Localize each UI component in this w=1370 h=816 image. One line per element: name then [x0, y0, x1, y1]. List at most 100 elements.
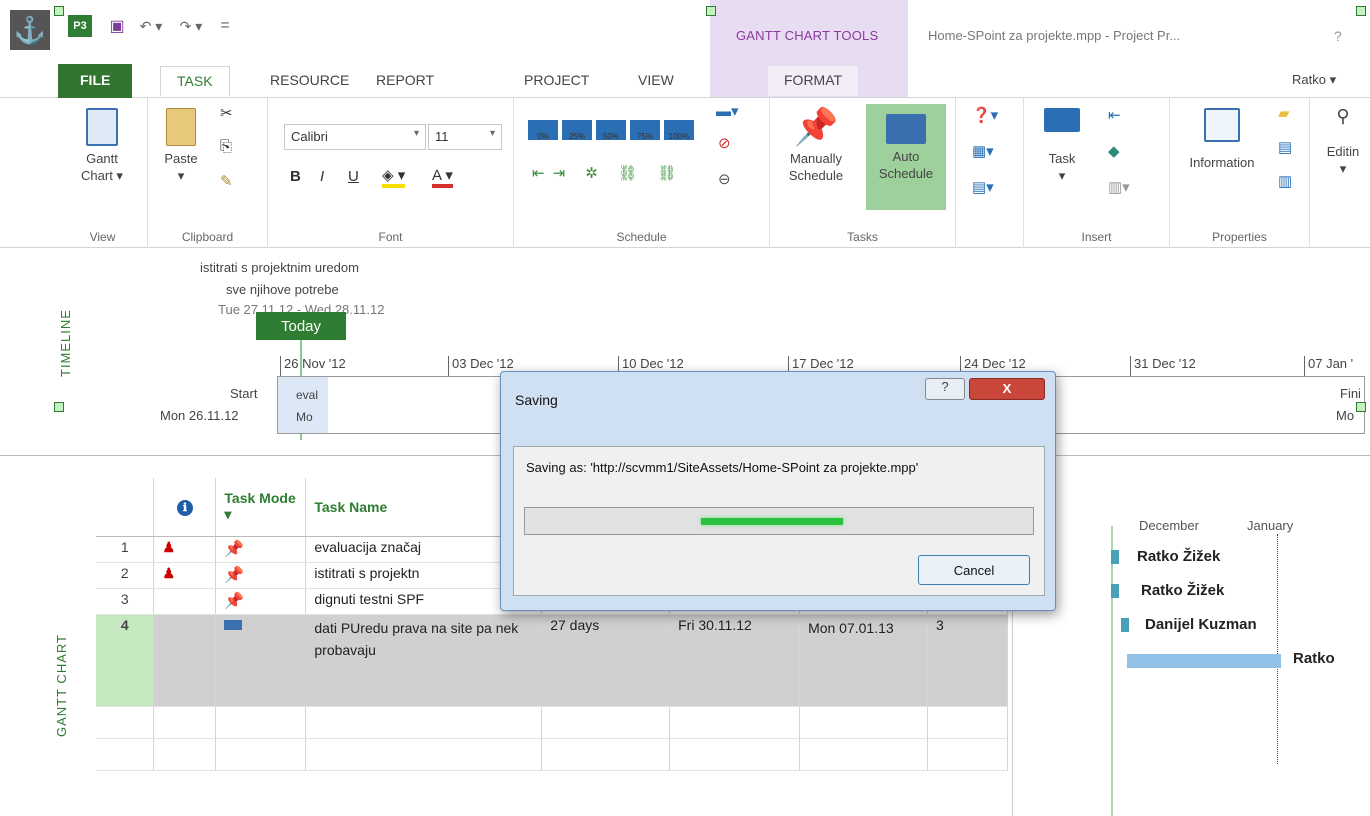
tab-task[interactable]: TASK: [160, 66, 230, 96]
percent-100-button[interactable]: 100%: [664, 120, 694, 141]
tab-format[interactable]: FORMAT: [768, 66, 859, 96]
editing-label: Editin: [1326, 144, 1360, 159]
timeline-task-block[interactable]: [278, 377, 328, 433]
group-label-tasks: Tasks: [847, 230, 878, 244]
row-id[interactable]: 4: [96, 614, 155, 707]
redo-button[interactable]: ↷ ▾: [174, 15, 208, 37]
selection-handle[interactable]: [1356, 6, 1366, 16]
highlight-color-icon[interactable]: ◈ ▾: [382, 166, 406, 188]
selection-handle[interactable]: [54, 6, 64, 16]
split-task-icon[interactable]: ⊖: [718, 170, 731, 188]
percent-50-button[interactable]: 50%: [596, 120, 626, 141]
column-header-task-mode[interactable]: Task Mode ▾: [215, 478, 307, 537]
pushpin-icon: 📌: [224, 566, 245, 584]
task-bar[interactable]: [1121, 618, 1129, 632]
gantt-chart-pane[interactable]: ember December January Ratko Žižek Ratko…: [1012, 478, 1370, 816]
help-button[interactable]: ?: [1334, 28, 1342, 44]
row-task-mode[interactable]: 📌: [215, 588, 307, 615]
timeline-task-date: Mo: [296, 410, 313, 424]
user-account[interactable]: Ratko ▾: [1292, 72, 1336, 88]
pushpin-icon: 📌: [793, 106, 839, 147]
gantt-chart-button[interactable]: Gantt Chart ▾: [72, 108, 132, 184]
tab-report[interactable]: REPORT: [360, 66, 450, 96]
tab-file[interactable]: FILE: [58, 64, 133, 98]
tab-project[interactable]: PROJECT: [508, 66, 605, 96]
save-icon[interactable]: ▣: [106, 15, 128, 37]
deliverable-icon[interactable]: ▥▾: [1108, 178, 1130, 196]
group-label-font: Font: [378, 230, 403, 244]
timeline-tick: 03 Dec '12: [448, 356, 514, 376]
milestone-icon[interactable]: ◆: [1108, 142, 1120, 160]
notes-icon[interactable]: ▰: [1278, 104, 1290, 122]
respect-links-icon[interactable]: ▬▾: [716, 102, 739, 120]
task-bar[interactable]: [1111, 584, 1119, 598]
paste-button[interactable]: Paste ▾: [158, 108, 204, 184]
editing-button[interactable]: ⚲ Editin ▾: [1316, 107, 1370, 177]
undo-button[interactable]: ↶ ▾: [134, 15, 168, 37]
row-task-name[interactable]: dati PUredu prava na site pa nek probava…: [305, 614, 543, 707]
row-task-mode[interactable]: 📌: [215, 562, 307, 589]
tab-view[interactable]: VIEW: [622, 66, 690, 96]
timeline-callout-subtitle: sve njihove potrebe: [226, 282, 339, 297]
selection-handle[interactable]: [706, 6, 716, 16]
summary-icon[interactable]: ⇤: [1108, 106, 1121, 124]
tab-resource[interactable]: RESOURCE: [254, 66, 365, 96]
dialog-help-button[interactable]: ?: [925, 378, 965, 400]
row-id[interactable]: 3: [96, 588, 155, 615]
row-duration[interactable]: 27 days: [541, 614, 671, 707]
task-bar[interactable]: [1111, 550, 1119, 564]
cancel-button[interactable]: Cancel: [918, 555, 1030, 585]
percent-complete-buttons: 0% 25% 50% 75% 100%: [528, 120, 694, 141]
font-color-icon[interactable]: A ▾: [432, 166, 453, 188]
gantt-chart-label: Gantt: [86, 151, 118, 166]
add-to-timeline-icon[interactable]: ▥: [1278, 172, 1292, 190]
customize-qat-button[interactable]: =: [214, 15, 236, 37]
task-bar[interactable]: [1127, 654, 1281, 668]
row-finish[interactable]: Mon 07.01.13: [799, 614, 928, 707]
column-header-info[interactable]: ℹ: [153, 478, 217, 537]
auto-schedule-button[interactable]: Auto Schedule: [866, 104, 946, 210]
column-header-id[interactable]: [96, 478, 155, 537]
schedule-label: Schedule: [788, 168, 844, 183]
document-title: Home-SPoint za projekte.mpp - Project Pr…: [928, 28, 1181, 43]
row-indicator: ♟: [153, 536, 217, 563]
table-row-empty[interactable]: [96, 706, 1008, 739]
selection-handle[interactable]: [1356, 402, 1366, 412]
inactivate-icon[interactable]: ⊘: [718, 134, 731, 152]
move-icon[interactable]: ▦▾: [972, 142, 994, 160]
font-size-value: 11: [435, 129, 449, 144]
italic-button[interactable]: I: [320, 168, 324, 185]
font-size-select[interactable]: 11 ▾: [428, 124, 502, 150]
table-row-empty[interactable]: [96, 738, 1008, 771]
table-row-selected[interactable]: 4 dati PUredu prava na site pa nek proba…: [96, 614, 1008, 707]
resource-label: Ratko Žižek: [1137, 548, 1221, 565]
selection-handle[interactable]: [54, 402, 64, 412]
row-id[interactable]: 2: [96, 562, 155, 589]
information-button[interactable]: Information: [1170, 108, 1274, 171]
manually-label: Manually: [789, 151, 843, 166]
format-painter-icon[interactable]: ✎: [220, 172, 233, 190]
timeline-callout-title[interactable]: istitrati s projektnim uredom: [200, 260, 359, 275]
percent-25-button[interactable]: 25%: [562, 120, 592, 141]
font-family-select[interactable]: Calibri ▾: [284, 124, 426, 150]
today-line: [1111, 526, 1113, 816]
insert-task-button[interactable]: Task ▾: [1032, 108, 1092, 184]
bold-button[interactable]: B: [290, 168, 301, 185]
row-id[interactable]: 1: [96, 536, 155, 563]
inspect-icon[interactable]: ❓▾: [972, 106, 998, 124]
percent-0-button[interactable]: 0%: [528, 120, 558, 141]
outdent-indent-icons[interactable]: ⇤⇥ ✲ ⛓ ⛓: [532, 164, 684, 182]
copy-icon[interactable]: ⎘: [220, 138, 232, 155]
dialog-close-button[interactable]: X: [969, 378, 1045, 400]
manually-schedule-button[interactable]: 📌 Manually Schedule: [776, 104, 856, 184]
insert-task-icon: [1044, 108, 1080, 132]
cut-icon[interactable]: ✂: [220, 104, 233, 122]
details-icon[interactable]: ▤: [1278, 138, 1292, 156]
mode-icon[interactable]: ▤▾: [972, 178, 994, 196]
row-start[interactable]: Fri 30.11.12: [669, 614, 801, 707]
percent-75-button[interactable]: 75%: [630, 120, 660, 141]
row-predecessors[interactable]: 3: [927, 614, 1008, 707]
row-task-mode[interactable]: [215, 614, 307, 707]
underline-button[interactable]: U: [348, 168, 359, 185]
row-task-mode[interactable]: 📌: [215, 536, 307, 563]
